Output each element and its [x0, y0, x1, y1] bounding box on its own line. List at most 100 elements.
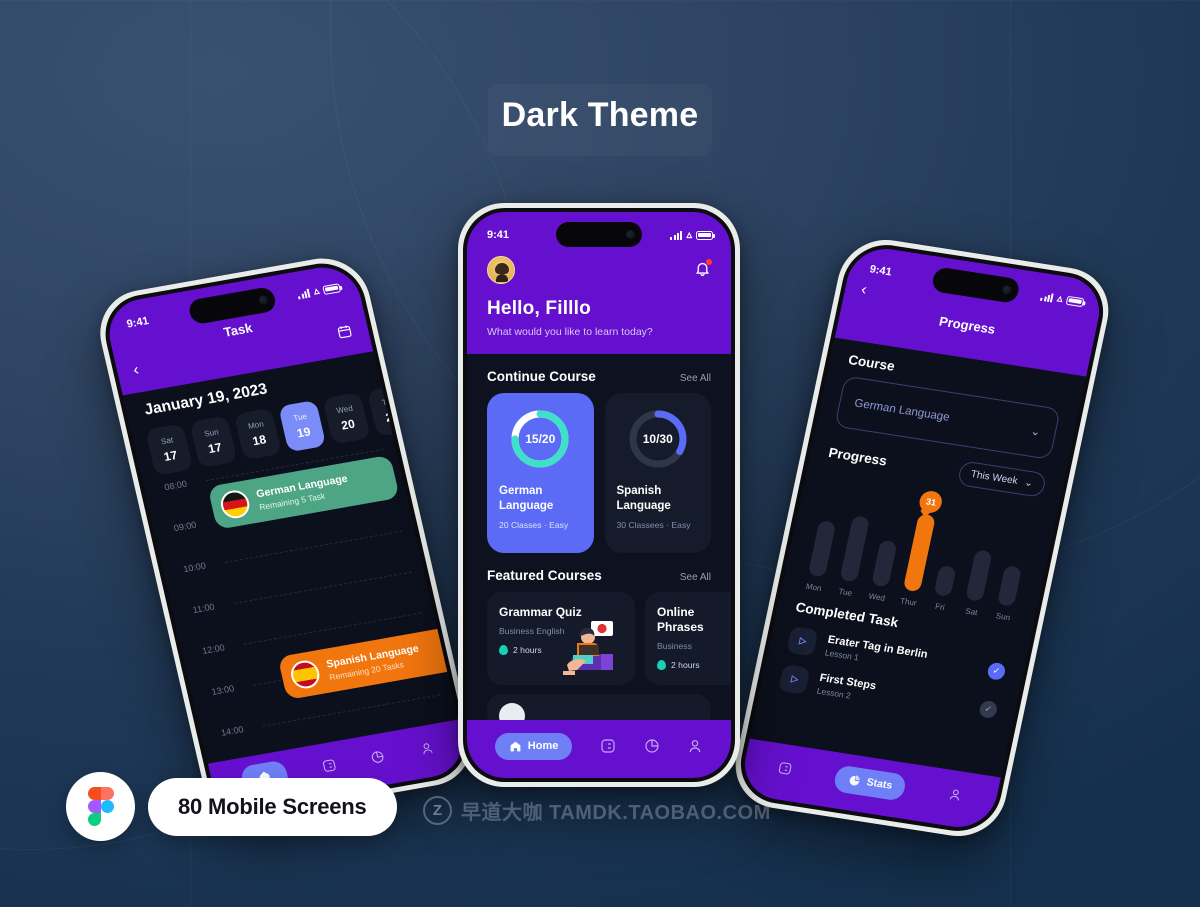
course-progress-label: 15/20 [525, 432, 556, 446]
day-chip-number: 17 [206, 440, 224, 457]
tab-stats[interactable]: Stats [832, 763, 908, 802]
tab-stats[interactable] [644, 738, 660, 754]
day-chip-number: 19 [295, 424, 312, 441]
featured-course-list: Grammar Quiz Business English 2 hours Onlin… [467, 592, 731, 685]
figma-logo-icon [87, 787, 114, 826]
day-chip-wed[interactable]: Wed 20 [322, 392, 371, 445]
chart-bar[interactable] [996, 565, 1023, 607]
status-time: 9:41 [868, 263, 893, 279]
day-chip-weekday: Sun [203, 427, 220, 439]
play-icon [786, 625, 819, 657]
day-chip-number: 17 [162, 447, 179, 464]
tab-profile[interactable] [687, 738, 703, 754]
day-chip-number: 18 [251, 432, 268, 449]
featured-course-title: Grammar Quiz [499, 605, 582, 619]
day-chip-weekday: Mon [247, 419, 265, 431]
notification-dot [706, 259, 712, 265]
germany-flag-icon [218, 488, 253, 521]
tab-profile[interactable] [418, 740, 436, 759]
featured-course-card[interactable]: Grammar Quiz Business English 2 hours [487, 592, 635, 685]
screens-count-badge: 80 Mobile Screens [148, 778, 397, 836]
featured-course-subtitle: Business [657, 641, 692, 651]
course-progress-label: 10/30 [642, 432, 673, 446]
wifi-icon: ▵ [1056, 291, 1065, 305]
chevron-left-icon[interactable]: ‹ [132, 362, 141, 379]
duration-text: 2 hours [513, 645, 542, 655]
chart-bar-label: Thur [899, 596, 918, 608]
duration-text: 2 hours [671, 660, 700, 670]
course-meta: 20 Classes · Easy [499, 520, 569, 531]
wifi-icon: ▵ [686, 228, 692, 241]
week-range-value: This Week [969, 468, 1019, 487]
spain-flag-icon [288, 658, 323, 691]
signal-icon [297, 288, 311, 299]
greeting-text: Hello, Filllo [487, 298, 591, 319]
course-card[interactable]: 15/20 German Language 20 Classes · Easy [487, 393, 594, 553]
tab-profile[interactable] [947, 786, 964, 805]
phone-home-screen: 9:41 ▵ Hello, Filllo What would you like… [458, 203, 740, 787]
continue-see-all[interactable]: See All [680, 373, 711, 384]
day-chip-weekday: Sat [160, 435, 175, 447]
course-name: Spanish Language [616, 485, 671, 512]
progress-label: Progress [827, 445, 889, 469]
progress-tab-bar[interactable]: Stats [737, 738, 1001, 833]
chart-bar-label: Mon [805, 581, 823, 594]
chart-bar[interactable] [965, 549, 993, 602]
watermark-text: 早道大咖 TAMDK.TAOBAO.COM [461, 802, 771, 824]
timeline-time: 11:00 [191, 601, 216, 616]
play-icon [778, 664, 811, 695]
chart-bar-label: Wed [867, 591, 886, 603]
featured-course-title: Online Phrases [657, 605, 704, 634]
day-chip-mon[interactable]: Mon 18 [233, 407, 282, 461]
phone-bezel: 9:41 ▵ Hello, Filllo What would you like… [463, 208, 735, 782]
wifi-icon: ▵ [312, 284, 321, 298]
day-chip-sat[interactable]: Sat 17 [145, 423, 194, 476]
completed-task-checkbox[interactable]: ✓ [978, 699, 999, 720]
tab-task[interactable] [320, 757, 338, 776]
battery-icon [696, 230, 715, 240]
course-meta: 30 Classees · Easy [616, 520, 691, 531]
featured-course-card[interactable]: Online Phrases Business 2 hours [645, 592, 731, 685]
home-tab-bar[interactable]: Home [467, 720, 731, 778]
chevron-down-icon: ⌄ [1023, 477, 1034, 490]
figma-badge [66, 772, 135, 841]
greeting-subtitle: What would you like to learn today? [487, 326, 653, 338]
featured-courses-header: Featured Courses See All [467, 553, 731, 592]
tab-home[interactable]: Home [494, 732, 573, 760]
screens-count-label: 80 Mobile Screens [178, 794, 367, 819]
chart-bar[interactable] [807, 520, 837, 578]
course-name: German Language [499, 485, 554, 512]
chart-bar[interactable] [870, 539, 898, 588]
bell-icon[interactable] [694, 259, 712, 280]
featured-course-duration: 2 hours [657, 660, 731, 670]
featured-see-all[interactable]: See All [680, 572, 711, 583]
chart-bar[interactable] [933, 565, 957, 598]
tab-task[interactable] [600, 738, 616, 754]
tab-home-label: Home [527, 740, 559, 752]
week-range-select[interactable]: This Week ⌄ [956, 460, 1048, 498]
chart-bar[interactable] [839, 515, 870, 583]
calendar-icon[interactable] [335, 323, 354, 345]
course-card[interactable]: 10/30 Spanish Language 30 Classees · Easy [604, 393, 711, 553]
continue-course-title: Continue Course [487, 369, 596, 384]
watermark: Z 早道大咖 TAMDK.TAOBAO.COM [423, 796, 771, 825]
study-illustration [557, 619, 629, 681]
tab-task[interactable] [776, 760, 793, 779]
clock-drop-icon [499, 645, 508, 655]
avatar[interactable] [487, 256, 515, 284]
completed-task-checkbox[interactable]: ✓ [986, 661, 1007, 681]
home-screen: 9:41 ▵ Hello, Filllo What would you like… [467, 212, 731, 778]
chevron-left-icon[interactable]: ‹ [859, 281, 869, 299]
tab-stats[interactable] [369, 749, 387, 768]
chart-bar-label: Tue [837, 586, 853, 598]
progress-bar-chart: Mon Tue Wed Thur 31 Fri Sat Sun [800, 474, 1040, 623]
day-chip-tue[interactable]: Tue 19 [278, 399, 327, 453]
signal-icon [670, 230, 683, 240]
chart-bar-label: Sun [995, 611, 1011, 623]
chart-bar-label: Sat [964, 606, 979, 618]
timeline-time: 08:00 [163, 478, 188, 493]
day-chip-weekday: Tue [292, 411, 308, 423]
day-chip-sun[interactable]: Sun 17 [189, 415, 238, 468]
day-chip-weekday: Wed [335, 403, 354, 416]
chart-bar[interactable] [902, 513, 936, 593]
